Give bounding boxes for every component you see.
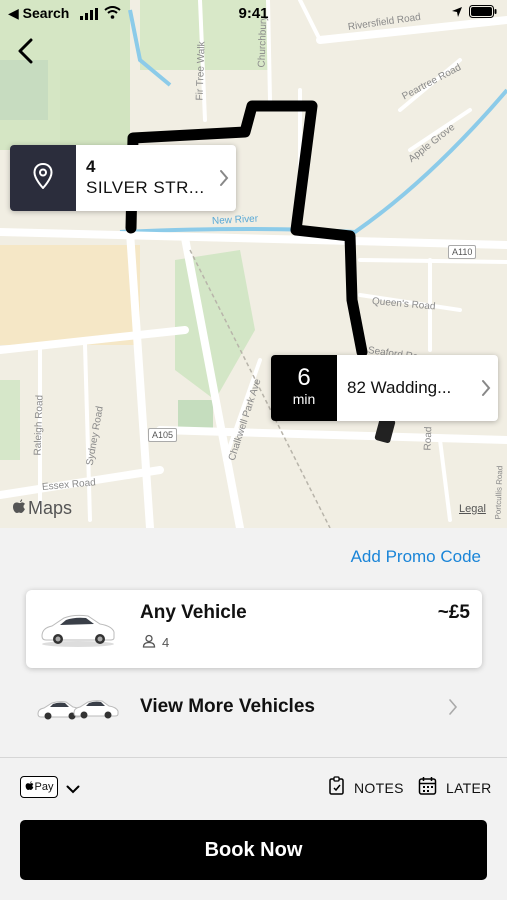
- calendar-icon: [418, 776, 438, 799]
- dropoff-location-card[interactable]: 6 min 82 Wadding...: [271, 355, 498, 421]
- status-indicators: [451, 5, 497, 23]
- vehicle-price: ~£5: [437, 602, 470, 623]
- battery-icon: [469, 5, 497, 23]
- map-view[interactable]: Riversfield Road Peartree Road Apple Gro…: [0, 0, 507, 528]
- add-promo-code-link[interactable]: Add Promo Code: [351, 547, 481, 567]
- payment-method-selector[interactable]: Pay: [20, 776, 58, 798]
- legal-link[interactable]: Legal: [459, 503, 486, 515]
- pickup-street: SILVER STR...: [86, 178, 205, 197]
- apple-icon: [12, 498, 26, 519]
- booking-sheet: Add Promo Code Any Vehicle 4 ~£5 View Mo…: [0, 528, 507, 900]
- chevron-right-icon: [448, 698, 458, 721]
- dropoff-address: 82 Wadding...: [347, 378, 452, 397]
- pickup-house-number: 4: [86, 157, 96, 176]
- view-more-vehicles-label: View More Vehicles: [140, 696, 315, 717]
- road-label: Raleigh Road: [32, 394, 46, 456]
- back-chevron-icon: [16, 38, 34, 69]
- pickup-icon-box: [10, 145, 76, 211]
- pickup-address: 4 SILVER STR...: [76, 145, 212, 211]
- road-label: Road: [422, 426, 435, 451]
- back-button[interactable]: [10, 38, 40, 68]
- wifi-icon: [104, 6, 121, 24]
- eta-value: 6: [297, 364, 311, 391]
- vehicle-option-card[interactable]: Any Vehicle 4 ~£5: [26, 590, 482, 668]
- car-icon: [38, 608, 118, 653]
- location-arrow-icon: [451, 5, 463, 23]
- pickup-location-card[interactable]: 4 SILVER STR...: [10, 145, 236, 211]
- view-more-vehicles-row[interactable]: View More Vehicles: [0, 686, 507, 730]
- maps-logo-text: Maps: [28, 498, 73, 518]
- apple-icon: [25, 780, 34, 794]
- cars-icon: [36, 694, 122, 727]
- road-shield: A110: [448, 245, 477, 259]
- later-button[interactable]: LATER: [418, 776, 492, 799]
- notes-button[interactable]: NOTES: [328, 776, 404, 799]
- book-now-button[interactable]: Book Now: [20, 820, 487, 880]
- later-label: LATER: [446, 779, 492, 796]
- notes-label: NOTES: [354, 779, 404, 796]
- apple-maps-logo: Maps: [12, 498, 72, 519]
- seat-count: 4: [162, 635, 170, 650]
- road-label: Fir Tree Walk: [194, 41, 208, 101]
- road-shield: A105: [148, 428, 178, 442]
- chevron-right-icon: [474, 355, 498, 421]
- chevron-right-icon: [212, 145, 236, 211]
- location-pin-icon: [33, 162, 53, 194]
- notes-icon: [328, 776, 346, 799]
- status-bar: ◀ Search 9:41: [0, 0, 507, 28]
- person-icon: [142, 634, 156, 651]
- chevron-down-icon[interactable]: [66, 781, 80, 799]
- signal-icon: [80, 7, 98, 25]
- payment-options-row: Pay NOTES LATER: [0, 776, 507, 800]
- divider: [0, 757, 507, 758]
- status-time: 9:41: [238, 5, 269, 22]
- eta-unit: min: [292, 391, 316, 407]
- vehicle-name: Any Vehicle: [140, 602, 247, 623]
- eta-box: 6 min: [271, 355, 337, 421]
- applepay-label: Pay: [34, 781, 54, 793]
- vehicle-seats: 4: [142, 634, 169, 651]
- road-label: Portcullis Road: [493, 465, 505, 520]
